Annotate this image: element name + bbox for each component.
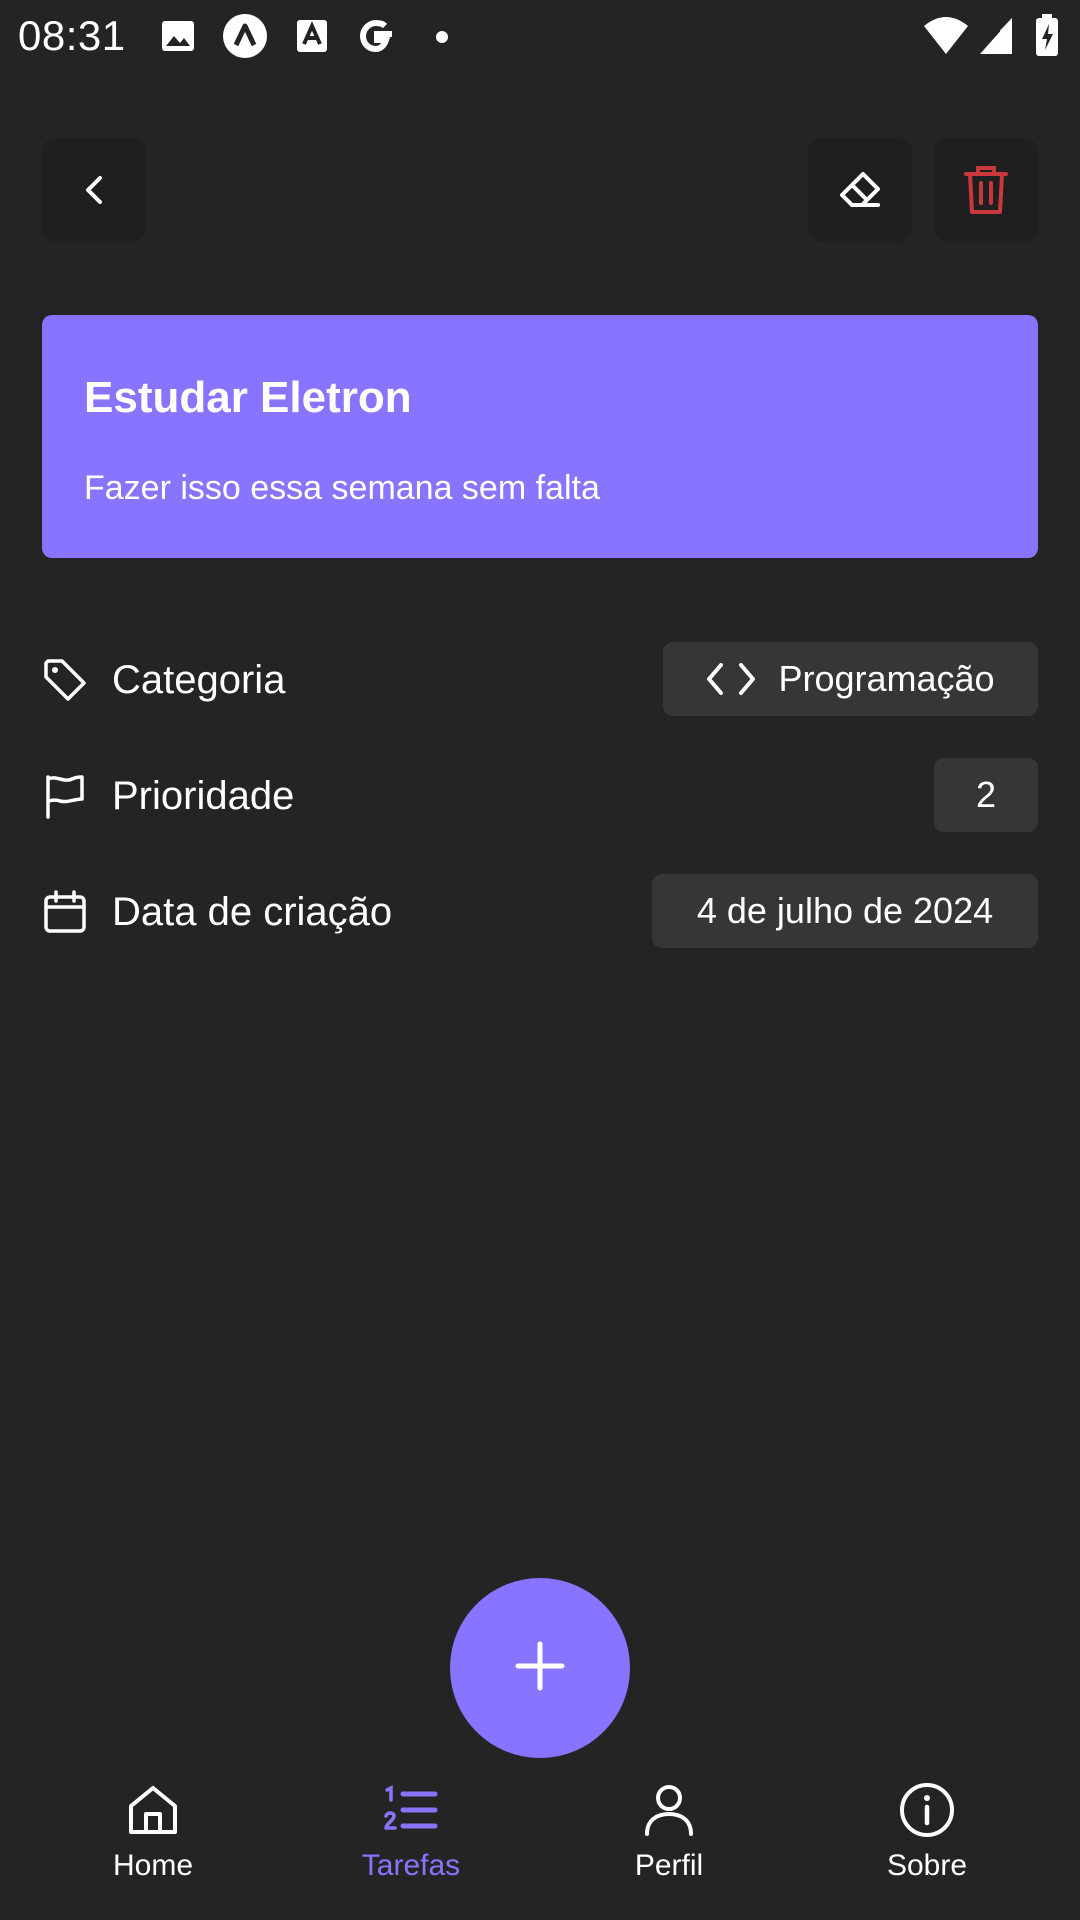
nav-label-home: Home	[112, 1849, 194, 1882]
list-numbered-icon	[381, 1780, 441, 1840]
category-label: Categoria	[112, 658, 286, 702]
user-icon	[639, 1780, 699, 1840]
nav-item-home[interactable]: Home	[53, 1780, 253, 1900]
google-icon	[354, 14, 398, 58]
status-time: 08:31	[18, 12, 126, 59]
nav-item-tarefas[interactable]: Tarefas	[311, 1780, 511, 1900]
nav-item-perfil[interactable]: Perfil	[569, 1780, 769, 1900]
battery-charging-icon	[1034, 14, 1060, 58]
delete-button[interactable]	[934, 138, 1038, 242]
bottom-navigation: Home Tarefas Perfil Sobre	[0, 1760, 1080, 1920]
chevron-left-icon	[74, 170, 114, 210]
edit-button[interactable]	[808, 138, 912, 242]
font-app-icon	[292, 16, 332, 56]
status-bar: 08:31	[0, 0, 1080, 74]
wifi-icon	[922, 14, 970, 58]
home-icon	[123, 1780, 183, 1840]
app-circle-icon	[222, 13, 268, 59]
nav-label-sobre: Sobre	[886, 1849, 968, 1882]
priority-label: Prioridade	[112, 774, 295, 818]
priority-value: 2	[975, 774, 997, 815]
back-button[interactable]	[42, 138, 146, 242]
info-icon	[897, 1780, 957, 1840]
priority-value-chip[interactable]: 2	[934, 758, 1038, 832]
created-date-value: 4 de julho de 2024	[696, 890, 994, 931]
detail-row-created-date: Data de criação 4 de julho de 2024	[42, 874, 1038, 948]
detail-row-priority: Prioridade 2	[42, 758, 1038, 832]
add-task-button[interactable]	[450, 1578, 630, 1758]
nav-item-sobre[interactable]: Sobre	[827, 1780, 1027, 1900]
eraser-icon	[832, 162, 888, 218]
signal-icon	[978, 16, 1014, 56]
dot-icon	[434, 29, 450, 45]
task-title: Estudar Eletron	[84, 373, 412, 422]
category-value: Programação	[778, 658, 995, 699]
created-date-label: Data de criação	[112, 890, 393, 934]
nav-label-tarefas: Tarefas	[361, 1849, 461, 1882]
category-value-chip[interactable]: Programação	[663, 642, 1038, 716]
flag-icon	[42, 773, 88, 819]
task-description: Fazer isso essa semana sem falta	[84, 469, 600, 507]
tag-icon	[42, 657, 88, 703]
detail-row-category: Categoria Programação	[42, 642, 1038, 716]
nav-label-perfil: Perfil	[634, 1849, 704, 1882]
code-icon	[706, 654, 756, 704]
created-date-value-chip[interactable]: 4 de julho de 2024	[652, 874, 1038, 948]
trash-icon	[960, 162, 1012, 218]
task-header-card: Estudar Eletron Fazer isso essa semana s…	[42, 315, 1038, 558]
image-icon	[158, 16, 198, 56]
plus-icon	[514, 1640, 566, 1697]
calendar-icon	[42, 889, 88, 935]
